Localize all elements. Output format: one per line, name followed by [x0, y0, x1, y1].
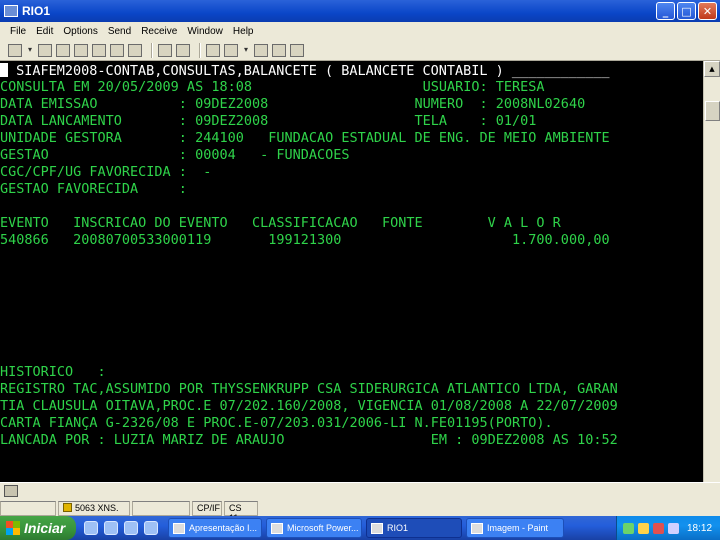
historico-line: CARTA FIANÇA G-2326/08 E PROC.E-07/203.0… [0, 415, 553, 431]
terminal-screen[interactable]: SIAFEM2008-CONTAB,CONSULTAS,BALANCETE ( … [0, 61, 703, 482]
terminal-line: DATA EMISSAO : 09DEZ2008 NUMERO : 2008NL… [0, 96, 586, 112]
task-powerpoint[interactable]: Microsoft Power... [266, 518, 362, 538]
close-button[interactable]: ✕ [698, 2, 717, 20]
shield-icon[interactable] [638, 522, 649, 534]
historico-line: HISTORICO : [0, 364, 106, 380]
windows-flag-icon [6, 521, 20, 535]
terminal-line: GESTAO FAVORECIDA : [0, 181, 187, 197]
start-button[interactable]: Iniciar [0, 516, 76, 540]
paste-icon[interactable] [128, 43, 142, 57]
paint-icon [471, 522, 483, 534]
header-text: SIAFEM2008-CONTAB,CONSULTAS,BALANCETE ( … [8, 63, 610, 79]
menu-send[interactable]: Send [108, 26, 131, 37]
toolbar-separator [151, 42, 153, 58]
scroll-thumb[interactable] [705, 101, 720, 121]
toolbar-separator [199, 42, 201, 58]
antivirus-icon[interactable] [653, 522, 664, 534]
quick-launch [84, 521, 164, 535]
copy-icon[interactable] [38, 43, 52, 57]
receive-icon[interactable] [176, 43, 190, 57]
menu-help[interactable]: Help [233, 26, 254, 37]
menu-file[interactable]: File [10, 26, 26, 37]
status-cell-cursor: CS 11 [224, 501, 258, 523]
cut-icon[interactable] [110, 43, 124, 57]
edit-icon[interactable] [254, 43, 268, 57]
dropdown-arrow-icon[interactable]: ▾ [26, 44, 34, 57]
taskbar: Iniciar Apresentação I... Microsoft Powe… [0, 516, 720, 540]
display-icon[interactable] [8, 43, 22, 57]
keyboard-icon[interactable] [272, 43, 286, 57]
menu-edit[interactable]: Edit [36, 26, 53, 37]
historico-line: REGISTRO TAC,ASSUMIDO POR THYSSENKRUPP C… [0, 381, 618, 397]
clock[interactable]: 18:12 [687, 523, 712, 534]
open-folder-icon[interactable] [74, 43, 88, 57]
title-bar: RIO1 _ □ ✕ [0, 0, 720, 22]
status-cell-mode: CP/IF [192, 501, 222, 516]
terminal-line: CGC/CPF/UG FAVORECIDA : - [0, 164, 212, 180]
task-label: Imagem - Paint [487, 523, 549, 533]
task-label: RIO1 [387, 523, 409, 533]
maximize-button[interactable]: □ [677, 2, 696, 20]
start-label: Iniciar [24, 520, 66, 536]
save-icon[interactable] [92, 43, 106, 57]
quicklaunch-app-icon[interactable] [144, 521, 158, 535]
menu-receive[interactable]: Receive [141, 26, 177, 37]
task-label: Apresentação I... [189, 523, 258, 533]
menu-bar: File Edit Options Send Receive Window He… [0, 22, 720, 40]
macro-icon[interactable] [206, 43, 220, 57]
scroll-up-icon[interactable]: ▲ [704, 61, 720, 77]
record-icon[interactable] [290, 43, 304, 57]
minimize-button[interactable]: _ [656, 2, 675, 20]
lock-icon [63, 503, 72, 512]
dropdown-arrow-icon[interactable]: ▾ [242, 44, 250, 57]
terminal-line: EVENTO INSCRICAO DO EVENTO CLASSIFICACAO… [0, 215, 561, 231]
task-apresentacao[interactable]: Apresentação I... [168, 518, 262, 538]
status-cell-blank [132, 501, 190, 516]
status-cell-session: 5063 XNS. [58, 501, 130, 516]
toolbar: ▾ ▾ [0, 40, 720, 61]
terminal-line: GESTAO : 00004 - FUNDACOES [0, 147, 350, 163]
window-controls: _ □ ✕ [656, 2, 717, 20]
menu-window[interactable]: Window [187, 26, 223, 37]
status-session-text: 5063 XNS. [75, 503, 119, 513]
terminal-icon [371, 522, 383, 534]
system-tray: 18:12 [616, 516, 720, 540]
terminal-line: UNIDADE GESTORA : 244100 FUNDACAO ESTADU… [0, 130, 610, 146]
printer-icon[interactable] [4, 485, 18, 497]
vertical-scrollbar[interactable]: ▲ [703, 61, 720, 482]
volume-icon[interactable] [668, 522, 679, 534]
quicklaunch-ie-icon[interactable] [84, 521, 98, 535]
quicklaunch-mail-icon[interactable] [104, 521, 118, 535]
menu-options[interactable]: Options [63, 26, 97, 37]
powerpoint-icon [271, 522, 283, 534]
quicklaunch-media-icon[interactable] [124, 521, 138, 535]
terminal-header: SIAFEM2008-CONTAB,CONSULTAS,BALANCETE ( … [0, 63, 609, 80]
status-bar: 5063 XNS. CP/IF CS 11 [0, 482, 720, 523]
task-paint[interactable]: Imagem - Paint [466, 518, 564, 538]
powerpoint-icon [173, 522, 185, 534]
historico-line: LANCADA POR : LUZIA MARIZ DE ARAUJO EM :… [0, 432, 618, 448]
status-cell-blank [0, 501, 56, 516]
task-rio1[interactable]: RIO1 [366, 518, 462, 538]
terminal-line: DATA LANCAMENTO : 09DEZ2008 TELA : 01/01 [0, 113, 537, 129]
task-label: Microsoft Power... [287, 523, 359, 533]
settings-icon[interactable] [224, 43, 238, 57]
historico-line: TIA CLAUSULA OITAVA,PROC.E 07/202.160/20… [0, 398, 618, 414]
print-icon[interactable] [56, 43, 70, 57]
network-icon[interactable] [623, 522, 634, 534]
cursor [0, 63, 8, 77]
terminal-line: CONSULTA EM 20/05/2009 AS 18:08 USUARIO:… [0, 79, 545, 95]
send-icon[interactable] [158, 43, 172, 57]
terminal-line: 540866 20080700533000119 199121300 1.700… [0, 232, 610, 248]
window-title: RIO1 [22, 4, 51, 18]
app-icon[interactable] [4, 5, 18, 17]
